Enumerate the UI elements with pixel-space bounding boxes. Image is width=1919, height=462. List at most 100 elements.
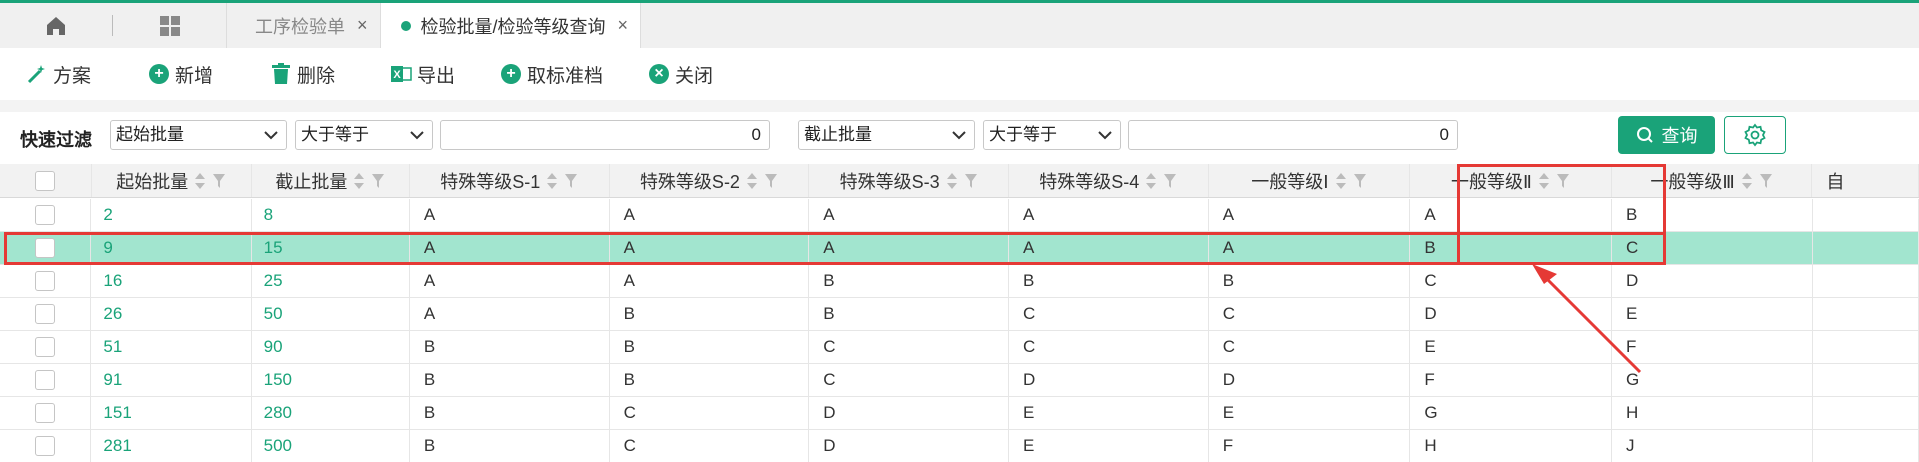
query-button[interactable]: 查询: [1618, 116, 1715, 154]
filter-icon[interactable]: [1556, 173, 1570, 189]
table-cell[interactable]: A: [1209, 199, 1411, 231]
table-cell[interactable]: A: [610, 265, 810, 297]
table-cell[interactable]: G: [1410, 397, 1612, 429]
close-icon[interactable]: ×: [357, 15, 368, 36]
close-button[interactable]: × 关闭: [648, 54, 713, 94]
row-checkbox[interactable]: [35, 337, 56, 357]
table-cell[interactable]: B: [610, 298, 810, 330]
select-all-cell[interactable]: [0, 164, 92, 197]
table-row[interactable]: 26 50 A B B C C D E: [0, 298, 1919, 331]
sort-icon[interactable]: [946, 172, 958, 190]
filter-icon[interactable]: [1163, 173, 1177, 189]
sort-icon[interactable]: [1741, 172, 1753, 190]
table-cell[interactable]: A: [1209, 232, 1411, 264]
table-cell[interactable]: 280: [252, 397, 410, 429]
row-select-cell[interactable]: [0, 232, 92, 264]
filter-value-2-input[interactable]: 0: [1128, 120, 1458, 150]
settings-button[interactable]: [1724, 116, 1786, 154]
cancel-standard-button[interactable]: + 取标准档: [500, 54, 603, 94]
select-all-checkbox[interactable]: [35, 170, 56, 191]
table-row[interactable]: 281 500 B C D E F H J: [0, 430, 1919, 462]
table-cell[interactable]: A: [809, 232, 1009, 264]
tab-batch-level-query[interactable]: 检验批量/检验等级查询 ×: [380, 3, 642, 48]
table-cell[interactable]: H: [1410, 430, 1612, 462]
table-cell[interactable]: E: [1209, 397, 1411, 429]
table-cell[interactable]: E: [1612, 298, 1813, 330]
table-cell[interactable]: 50: [252, 298, 410, 330]
table-cell[interactable]: C: [1009, 331, 1209, 363]
table-cell[interactable]: A: [410, 265, 610, 297]
table-cell[interactable]: B: [610, 331, 810, 363]
column-header[interactable]: 自: [1812, 164, 1919, 197]
table-cell[interactable]: B: [1009, 265, 1209, 297]
table-cell[interactable]: 51: [91, 331, 252, 363]
sort-icon[interactable]: [1538, 172, 1550, 190]
table-cell[interactable]: E: [1009, 397, 1209, 429]
table-cell[interactable]: 281: [91, 430, 252, 462]
export-button[interactable]: X 导出: [390, 54, 455, 94]
filter-value-1-input[interactable]: 0: [440, 120, 770, 150]
table-cell[interactable]: 90: [252, 331, 410, 363]
table-cell[interactable]: D: [1612, 265, 1813, 297]
table-row[interactable]: 151 280 B C D E E G H: [0, 397, 1919, 430]
table-cell[interactable]: D: [1009, 364, 1209, 396]
table-cell[interactable]: A: [809, 199, 1009, 231]
tab-process-inspection[interactable]: 工序检验单 ×: [227, 3, 381, 48]
table-cell[interactable]: 500: [252, 430, 410, 462]
table-cell[interactable]: B: [809, 265, 1009, 297]
column-header[interactable]: 特殊等级S-1: [410, 164, 610, 197]
table-cell[interactable]: C: [1612, 232, 1813, 264]
filter-operator-1-select[interactable]: 大于等于: [295, 120, 433, 150]
table-cell[interactable]: B: [410, 331, 610, 363]
table-cell[interactable]: [1813, 331, 1919, 363]
row-select-cell[interactable]: [0, 265, 92, 297]
table-cell[interactable]: 16: [91, 265, 252, 297]
table-cell[interactable]: D: [1410, 298, 1612, 330]
table-cell[interactable]: C: [809, 331, 1009, 363]
table-cell[interactable]: B: [1612, 199, 1813, 231]
table-cell[interactable]: A: [410, 298, 610, 330]
table-cell[interactable]: 15: [252, 232, 410, 264]
table-cell[interactable]: 91: [91, 364, 252, 396]
column-header[interactable]: 特殊等级S-4: [1009, 164, 1209, 197]
row-select-cell[interactable]: [0, 364, 92, 396]
table-cell[interactable]: 151: [91, 397, 252, 429]
table-cell[interactable]: F: [1612, 331, 1813, 363]
table-cell[interactable]: A: [1009, 199, 1209, 231]
table-row[interactable]: 2 8 A A A A A A B: [0, 199, 1919, 232]
table-cell[interactable]: [1813, 364, 1919, 396]
filter-operator-2-select[interactable]: 大于等于: [983, 120, 1121, 150]
filter-icon[interactable]: [1759, 173, 1773, 189]
table-cell[interactable]: C: [809, 364, 1009, 396]
table-cell[interactable]: B: [410, 397, 610, 429]
table-cell[interactable]: E: [1410, 331, 1612, 363]
table-row[interactable]: 9 15 A A A A A B C: [0, 232, 1919, 265]
row-checkbox[interactable]: [35, 370, 56, 390]
add-button[interactable]: + 新增: [148, 54, 213, 94]
table-cell[interactable]: 9: [91, 232, 252, 264]
sort-icon[interactable]: [1145, 172, 1157, 190]
row-checkbox[interactable]: [35, 304, 56, 324]
table-cell[interactable]: D: [809, 430, 1009, 462]
table-row[interactable]: 16 25 A A B B B C D: [0, 265, 1919, 298]
scheme-button[interactable]: 方案: [26, 54, 91, 94]
row-checkbox[interactable]: [35, 271, 56, 291]
table-cell[interactable]: B: [1410, 232, 1612, 264]
table-cell[interactable]: A: [410, 199, 610, 231]
table-cell[interactable]: B: [809, 298, 1009, 330]
sort-icon[interactable]: [353, 172, 365, 190]
sort-icon[interactable]: [1335, 172, 1347, 190]
column-header[interactable]: 特殊等级S-2: [610, 164, 810, 197]
column-header[interactable]: 起始批量: [92, 164, 252, 197]
filter-icon[interactable]: [564, 173, 578, 189]
table-cell[interactable]: A: [610, 199, 810, 231]
row-checkbox[interactable]: [35, 436, 56, 456]
filter-field-2-select[interactable]: 截止批量: [798, 120, 975, 150]
sort-icon[interactable]: [546, 172, 558, 190]
table-cell[interactable]: A: [1009, 232, 1209, 264]
table-row[interactable]: 51 90 B B C C C E F: [0, 331, 1919, 364]
table-cell[interactable]: B: [410, 430, 610, 462]
column-header[interactable]: 一般等级Ⅰ: [1209, 164, 1411, 197]
apps-tab[interactable]: [113, 3, 227, 48]
filter-icon[interactable]: [212, 173, 226, 189]
